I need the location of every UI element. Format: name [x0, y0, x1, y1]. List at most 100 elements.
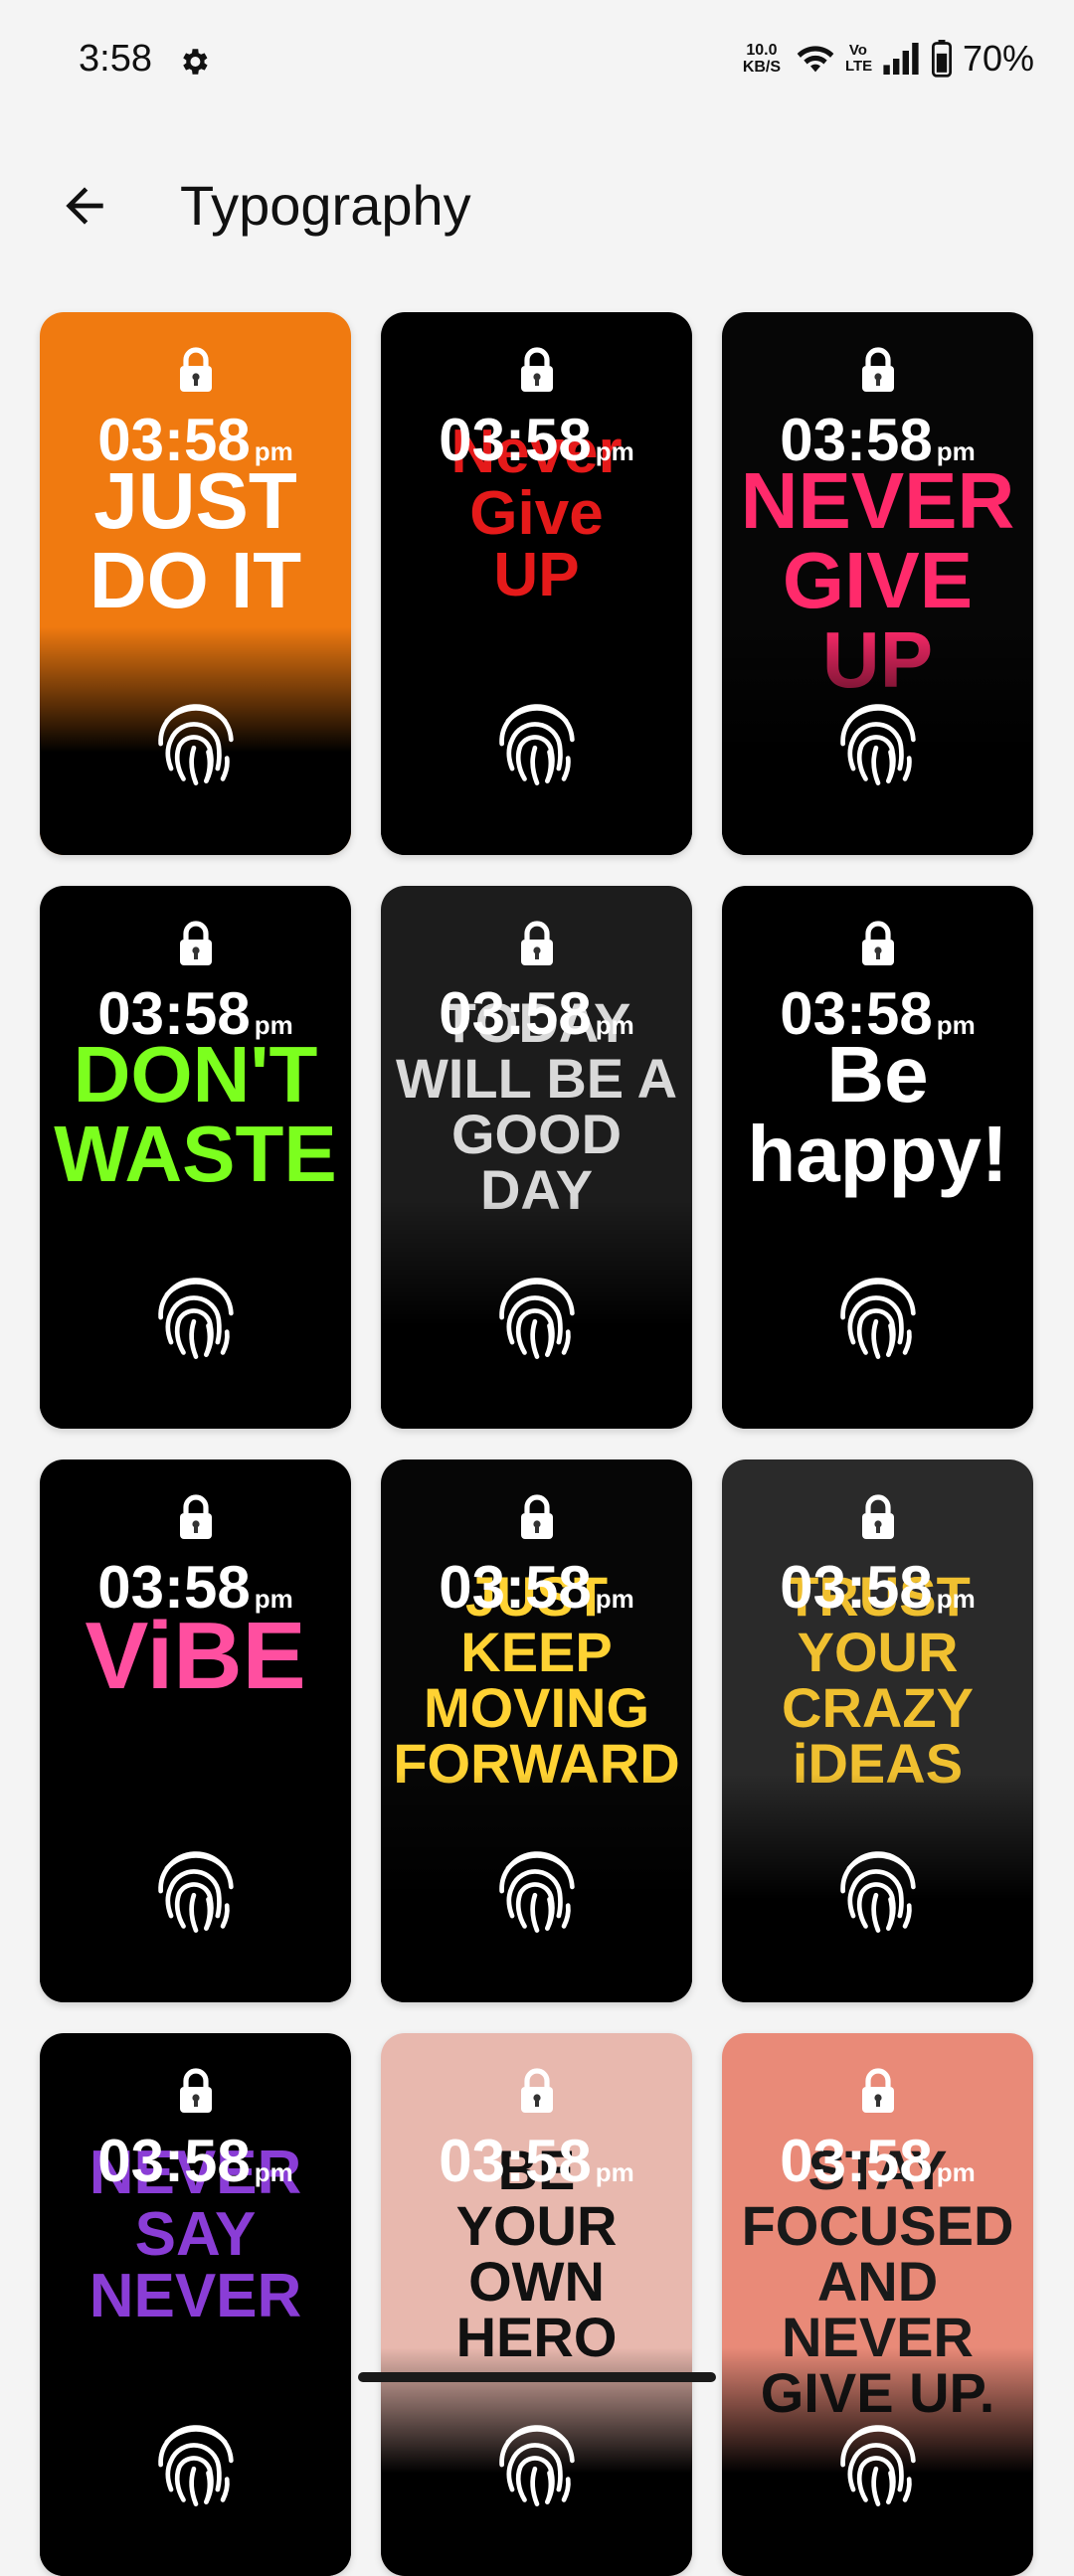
clock-ampm: pm: [254, 436, 293, 466]
lock-icon: [176, 2067, 216, 2115]
lockscreen-clock: 03:58 pm: [381, 2129, 692, 2205]
lock-icon: [858, 2067, 898, 2115]
quote-text: JUST DO IT: [40, 461, 351, 620]
quote-line: DO IT: [89, 536, 302, 624]
gesture-nav-bar[interactable]: [358, 2372, 716, 2382]
lock-icon: [517, 920, 557, 967]
clock-time: 03:58: [439, 407, 592, 473]
clock-ampm: pm: [254, 1584, 293, 1614]
lockscreen-clock: 03:58 pm: [722, 1555, 1033, 1631]
fingerprint-icon: [144, 690, 248, 793]
clock-ampm: pm: [595, 2157, 634, 2187]
clock-time: 03:58: [780, 980, 933, 1047]
lockscreen-clock: 03:58 pm: [40, 2129, 351, 2205]
lock-icon: [176, 920, 216, 967]
wallpaper-card[interactable]: Never Give UP 03:58 pm: [381, 312, 692, 855]
fingerprint-icon: [485, 1264, 589, 1367]
clock-time: 03:58: [97, 1554, 251, 1621]
clock-ampm: pm: [936, 436, 976, 466]
volte-indicator: Vo LTE: [844, 42, 873, 75]
quote-line: YOUR: [797, 1621, 959, 1683]
fingerprint-icon: [826, 1837, 930, 1941]
fingerprint-icon: [826, 1264, 930, 1367]
clock-time: 03:58: [780, 1554, 933, 1621]
quote-line: FOCUSED: [741, 2194, 1014, 2257]
net-speed: 10.0 KB/S: [738, 42, 786, 76]
lock-icon: [517, 1493, 557, 1541]
clock-ampm: pm: [595, 436, 634, 466]
fingerprint-icon: [826, 690, 930, 793]
quote-text: DON'T WASTE: [40, 1035, 351, 1194]
battery-icon: [931, 40, 952, 78]
wallpaper-card[interactable]: DON'T WASTE 03:58 pm: [40, 886, 351, 1429]
lock-icon: [176, 346, 216, 394]
app-bar: Typography: [0, 149, 1074, 258]
lock-icon: [517, 2067, 557, 2115]
wallpaper-card[interactable]: BE YOUR OWN HERO 03:58 pm: [381, 2033, 692, 2576]
clock-time: 03:58: [97, 407, 251, 473]
lockscreen-clock: 03:58 pm: [40, 408, 351, 484]
page-title: Typography: [180, 174, 471, 237]
net-speed-unit: KB/S: [742, 59, 782, 76]
volte-top: Vo: [848, 42, 867, 59]
wallpaper-card[interactable]: JUST KEEP MOVING FORWARD 03:58 pm: [381, 1460, 692, 2002]
lockscreen-clock: 03:58 pm: [722, 981, 1033, 1058]
net-speed-value: 10.0: [746, 42, 778, 59]
lockscreen-clock: 03:58 pm: [381, 1555, 692, 1631]
clock-ampm: pm: [936, 1010, 976, 1040]
wallpaper-card[interactable]: TRUST YOUR CRAZY iDEAS 03:58 pm: [722, 1460, 1033, 2002]
lockscreen-clock: 03:58 pm: [40, 1555, 351, 1631]
clock-ampm: pm: [254, 1010, 293, 1040]
lock-icon: [858, 920, 898, 967]
wallpaper-card[interactable]: TODAY WILL BE A GOOD DAY 03:58 pm: [381, 886, 692, 1429]
fingerprint-icon: [485, 1837, 589, 1941]
clock-time: 03:58: [780, 2128, 933, 2194]
status-bar: 3:58 10.0 KB/S Vo LTE 70%: [0, 0, 1074, 124]
quote-text: Be happy!: [722, 1035, 1033, 1194]
quote-line: CRAZY: [782, 1676, 974, 1739]
clock-time: 03:58: [439, 2128, 592, 2194]
quote-line: GOOD: [450, 1103, 623, 1165]
quote-line: WASTE: [54, 1110, 337, 1198]
lock-icon: [176, 1493, 216, 1541]
fingerprint-icon: [485, 2411, 589, 2514]
fingerprint-icon: [144, 1837, 248, 1941]
lockscreen-clock: 03:58 pm: [381, 981, 692, 1058]
clock-time: 03:58: [780, 407, 933, 473]
quote-line: YOUR: [455, 2194, 618, 2257]
wallpaper-card[interactable]: ViBE 03:58 pm: [40, 1460, 351, 2002]
lock-icon: [517, 346, 557, 394]
lockscreen-clock: 03:58 pm: [722, 2129, 1033, 2205]
fingerprint-icon: [144, 1264, 248, 1367]
lockscreen-clock: 03:58 pm: [722, 408, 1033, 484]
lockscreen-clock: 03:58 pm: [381, 408, 692, 484]
wallpaper-card[interactable]: Be happy! 03:58 pm: [722, 886, 1033, 1429]
signal-icon: [883, 43, 919, 75]
clock-time: 03:58: [439, 980, 592, 1047]
lock-icon: [858, 1493, 898, 1541]
clock-ampm: pm: [595, 1584, 634, 1614]
wallpaper-card[interactable]: NEVER SAY NEVER 03:58 pm: [40, 2033, 351, 2576]
clock-ampm: pm: [595, 1010, 634, 1040]
quote-line: OWN: [468, 2250, 605, 2313]
quote-line: WILL BE A: [395, 1047, 678, 1110]
clock-ampm: pm: [936, 2157, 976, 2187]
clock-time: 03:58: [439, 1554, 592, 1621]
quote-line: KEEP: [460, 1621, 613, 1683]
status-time: 3:58: [79, 38, 152, 80]
volte-bottom: LTE: [844, 58, 873, 75]
wallpaper-card[interactable]: NEVERGIVE UP03:58pm: [722, 312, 1033, 855]
wallpaper-card[interactable]: STAYFOCUSEDAND NEVERGIVE UP.03:58pm: [722, 2033, 1033, 2576]
quote-line: NEVER: [89, 2262, 302, 2330]
clock-time: 03:58: [97, 2128, 251, 2194]
quote-line: UP: [493, 541, 580, 609]
fingerprint-icon: [485, 690, 589, 793]
wallpaper-card[interactable]: JUST DO IT 03:58 pm: [40, 312, 351, 855]
clock-ampm: pm: [254, 2157, 293, 2187]
back-button[interactable]: [50, 171, 119, 241]
quote-line: SAY: [134, 2200, 257, 2269]
quote-line: Give: [469, 479, 604, 548]
lock-icon: [858, 346, 898, 394]
quote-line: happy!: [747, 1110, 1008, 1198]
clock-ampm: pm: [936, 1584, 976, 1614]
